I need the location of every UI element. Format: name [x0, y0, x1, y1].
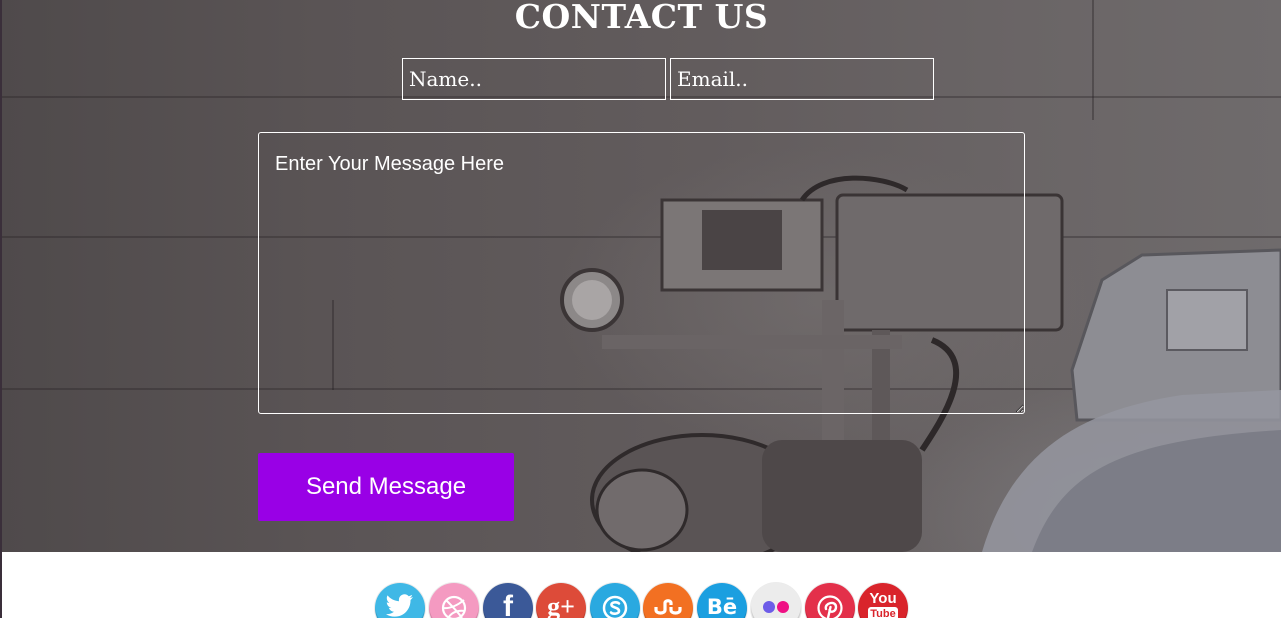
send-message-button[interactable]: Send Message	[258, 453, 514, 521]
skype-link[interactable]	[590, 583, 640, 618]
page-title: CONTACT US	[514, 0, 769, 36]
google-plus-icon: g+	[547, 592, 575, 618]
email-input[interactable]	[670, 58, 934, 100]
stumbleupon-link[interactable]	[643, 583, 693, 618]
dribbble-icon	[441, 595, 467, 618]
stumbleupon-icon	[654, 599, 682, 615]
flickr-link[interactable]	[751, 583, 801, 618]
dribbble-link[interactable]	[429, 583, 479, 618]
facebook-link[interactable]: f	[483, 583, 533, 618]
facebook-icon: f	[503, 590, 513, 618]
behance-link[interactable]: Bē	[697, 583, 747, 618]
message-textarea[interactable]	[258, 132, 1025, 414]
youtube-icon: You Tube	[858, 583, 908, 618]
youtube-icon-bottom: Tube	[868, 607, 898, 618]
skype-icon	[602, 595, 628, 618]
youtube-link[interactable]: You Tube	[858, 583, 908, 618]
google-plus-link[interactable]: g+	[536, 583, 586, 618]
social-links: f g+ Bē You Tube	[375, 583, 915, 618]
youtube-icon-top: You	[869, 590, 897, 607]
page-left-edge	[0, 0, 2, 618]
behance-icon: Bē	[706, 595, 738, 618]
pinterest-icon	[817, 595, 843, 618]
name-input[interactable]	[402, 58, 666, 100]
twitter-icon	[386, 594, 413, 617]
twitter-link[interactable]	[375, 583, 425, 618]
flickr-icon	[763, 601, 789, 613]
pinterest-link[interactable]	[805, 583, 855, 618]
